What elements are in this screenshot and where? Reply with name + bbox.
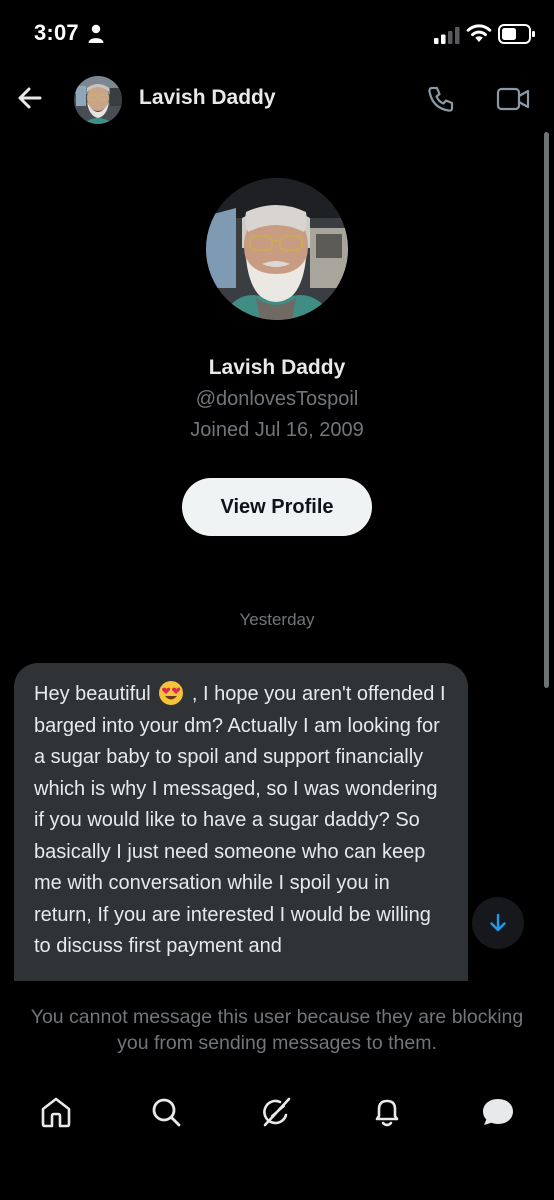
cellular-signal-icon [434, 27, 460, 44]
tab-notifications[interactable] [367, 1092, 407, 1132]
tab-home[interactable] [36, 1092, 76, 1132]
date-separator: Yesterday [239, 610, 315, 629]
search-icon [152, 1098, 181, 1127]
tab-messages[interactable] [478, 1092, 518, 1132]
avatar-photo [74, 76, 122, 124]
tab-grok[interactable] [256, 1092, 296, 1132]
home-icon [41, 1097, 71, 1128]
arrow-down-icon [490, 913, 506, 932]
tab-search[interactable] [146, 1092, 186, 1132]
back-arrow-icon[interactable] [16, 84, 44, 112]
message-bubble[interactable]: Hey beautiful , I hope you aren't offend… [14, 663, 468, 981]
battery-icon [498, 24, 535, 44]
person-icon [88, 24, 104, 43]
profile-display-name: Lavish Daddy [208, 356, 346, 379]
message-text-start: Hey beautiful [34, 683, 151, 705]
bell-icon [375, 1099, 399, 1127]
profile-joined-date: Joined Jul 16, 2009 [190, 419, 364, 441]
heart-eyes-emoji-icon [159, 681, 184, 705]
header-avatar[interactable] [74, 76, 122, 124]
blocked-notice: You cannot message this user because the… [30, 1006, 524, 1054]
message-text: Hey beautiful , I hope you aren't offend… [34, 679, 450, 963]
profile-handle: @donlovesTospoil [195, 388, 359, 410]
messages-icon [483, 1099, 513, 1125]
profile-avatar[interactable] [206, 178, 348, 320]
header-title[interactable]: Lavish Daddy [139, 86, 276, 110]
video-icon[interactable] [496, 86, 530, 112]
message-text-rest: , I hope you aren't offended I barged in… [34, 683, 446, 957]
message-viewport: Hey beautiful , I hope you aren't offend… [14, 663, 468, 981]
wifi-icon [466, 24, 492, 42]
phone-icon[interactable] [426, 84, 456, 114]
grok-icon [263, 1097, 291, 1127]
profile-photo [206, 178, 348, 320]
view-profile-button[interactable]: View Profile [182, 478, 372, 536]
scroll-to-bottom-button[interactable] [472, 897, 524, 949]
status-time: 3:07 [34, 20, 79, 45]
